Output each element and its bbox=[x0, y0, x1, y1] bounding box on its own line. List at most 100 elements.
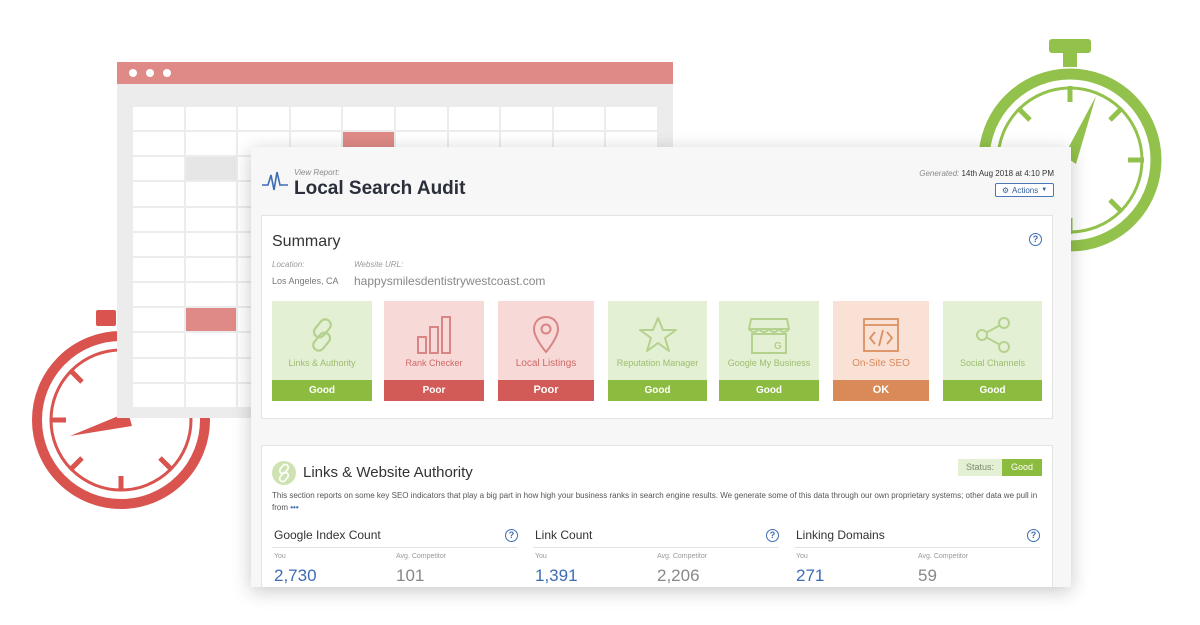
metric-help-icon[interactable]: ? bbox=[1027, 529, 1040, 542]
tile-label: On-Site SEO bbox=[852, 358, 910, 369]
status-value: Good bbox=[1001, 459, 1042, 476]
calendar-cell bbox=[133, 333, 184, 357]
summary-title: Summary bbox=[272, 233, 341, 250]
caret-down-icon: ▼ bbox=[1041, 187, 1048, 193]
tile-on-site-seo[interactable]: On-Site SEO OK bbox=[833, 301, 929, 401]
calendar-cell bbox=[185, 182, 237, 206]
section-title: Links & Website Authority bbox=[303, 464, 473, 481]
tile-local-listings[interactable]: Local Listings Poor bbox=[498, 301, 594, 401]
code-icon bbox=[863, 318, 899, 352]
calendar-cell bbox=[185, 283, 237, 307]
competitor-label: Avg. Competitor bbox=[396, 553, 447, 560]
calendar-cell bbox=[343, 107, 394, 131]
share-icon bbox=[975, 317, 1010, 353]
tile-status-badge: Good bbox=[608, 380, 707, 401]
calendar-cell bbox=[501, 107, 552, 131]
calendar-cell bbox=[185, 308, 237, 332]
metric-title: Link Count bbox=[535, 528, 593, 542]
calendar-cell bbox=[133, 107, 184, 131]
tile-body: Links & Authority bbox=[272, 301, 372, 380]
page-title: Local Search Audit bbox=[294, 178, 466, 199]
tile-body: Social Channels bbox=[943, 301, 1042, 380]
tile-label: Local Listings bbox=[515, 358, 577, 369]
generated-label: Generated: bbox=[919, 169, 960, 178]
calendar-cell bbox=[133, 132, 184, 156]
calendar-cell bbox=[553, 107, 605, 131]
location-label: Location: bbox=[272, 260, 305, 269]
link-icon bbox=[272, 461, 296, 485]
calendar-cell bbox=[133, 157, 184, 181]
tile-label: Rank Checker bbox=[405, 358, 463, 368]
tile-status-badge: Good bbox=[272, 380, 372, 401]
calendar-cell bbox=[185, 257, 237, 282]
tile-status-badge: Poor bbox=[384, 380, 484, 401]
calendar-cell bbox=[606, 107, 657, 131]
tile-body: G Google My Business bbox=[719, 301, 819, 380]
tile-google-my-business[interactable]: G Google My Business Good bbox=[719, 301, 819, 401]
calendar-cell bbox=[133, 257, 184, 282]
description-text: This section reports on some key SEO ind… bbox=[272, 491, 1038, 512]
read-more-link[interactable]: ••• bbox=[290, 503, 298, 512]
you-label: You bbox=[796, 553, 808, 560]
calendar-cell bbox=[185, 107, 237, 131]
window-dot-icon bbox=[146, 69, 154, 77]
you-value: 1,391 bbox=[535, 566, 578, 585]
calendar-cell bbox=[185, 157, 237, 181]
tile-status-badge: Poor bbox=[498, 380, 594, 401]
bar-chart-icon bbox=[417, 316, 451, 354]
calendar-cell bbox=[395, 107, 447, 131]
metric-title: Google Index Count bbox=[274, 528, 381, 542]
tile-rank-checker[interactable]: Rank Checker Poor bbox=[384, 301, 484, 401]
competitor-label: Avg. Competitor bbox=[657, 553, 708, 560]
divider bbox=[533, 547, 779, 548]
view-report-label: View Report: bbox=[294, 168, 340, 177]
status-label: Status: bbox=[957, 459, 1002, 476]
you-label: You bbox=[535, 553, 547, 560]
star-icon bbox=[638, 317, 677, 352]
actions-label: Actions bbox=[1011, 185, 1039, 195]
map-pin-icon bbox=[532, 315, 560, 354]
calendar-cell bbox=[290, 107, 342, 131]
calendar-cell bbox=[133, 232, 184, 256]
summary-help-icon[interactable]: ? bbox=[1029, 233, 1042, 246]
gear-icon: ⚙ bbox=[1001, 185, 1009, 195]
stage: View Report: Local Search Audit Generate… bbox=[0, 0, 1200, 625]
tile-label: Google My Business bbox=[727, 358, 811, 368]
calendar-cell bbox=[185, 132, 237, 156]
calendar-cell bbox=[133, 207, 184, 231]
metric-help-icon[interactable]: ? bbox=[505, 529, 518, 542]
calendar-cell bbox=[185, 383, 237, 407]
you-value: 271 bbox=[796, 566, 825, 585]
svg-text:G: G bbox=[774, 341, 782, 352]
you-label: You bbox=[274, 553, 286, 560]
calendar-cell bbox=[238, 107, 289, 131]
calendar-cell bbox=[185, 232, 237, 256]
divider bbox=[794, 547, 1040, 548]
calendar-cell bbox=[185, 358, 237, 382]
generated-value: 14th Aug 2018 at 4:10 PM bbox=[961, 169, 1054, 178]
you-value: 2,730 bbox=[274, 566, 317, 585]
actions-button[interactable]: ⚙ Actions ▼ bbox=[995, 183, 1054, 197]
background-window-titlebar bbox=[117, 62, 673, 84]
competitor-value: 2,206 bbox=[657, 566, 700, 585]
metric-title: Linking Domains bbox=[796, 528, 885, 542]
competitor-value: 59 bbox=[918, 566, 937, 585]
competitor-value: 101 bbox=[396, 566, 425, 585]
status-badge: Status: Good bbox=[957, 459, 1042, 476]
calendar-cell bbox=[133, 383, 184, 407]
pulse-logo-icon bbox=[262, 171, 288, 191]
tile-links-authority[interactable]: Links & Authority Good bbox=[272, 301, 372, 401]
metric-help-icon[interactable]: ? bbox=[766, 529, 779, 542]
tile-social-channels[interactable]: Social Channels Good bbox=[943, 301, 1042, 401]
links-authority-panel: Links & Website Authority Status: Good T… bbox=[261, 445, 1053, 587]
tile-body: Local Listings bbox=[498, 301, 594, 380]
section-description: This section reports on some key SEO ind… bbox=[272, 490, 1047, 514]
link-icon bbox=[312, 318, 332, 352]
divider bbox=[272, 547, 518, 548]
website-url-label: Website URL: bbox=[354, 260, 404, 269]
tile-body: On-Site SEO bbox=[833, 301, 929, 380]
tile-reputation-manager[interactable]: Reputation Manager Good bbox=[608, 301, 707, 401]
tile-body: Rank Checker bbox=[384, 301, 484, 380]
calendar-cell bbox=[133, 283, 184, 307]
website-url-value: happysmilesdentistrywestcoast.com bbox=[354, 274, 546, 288]
